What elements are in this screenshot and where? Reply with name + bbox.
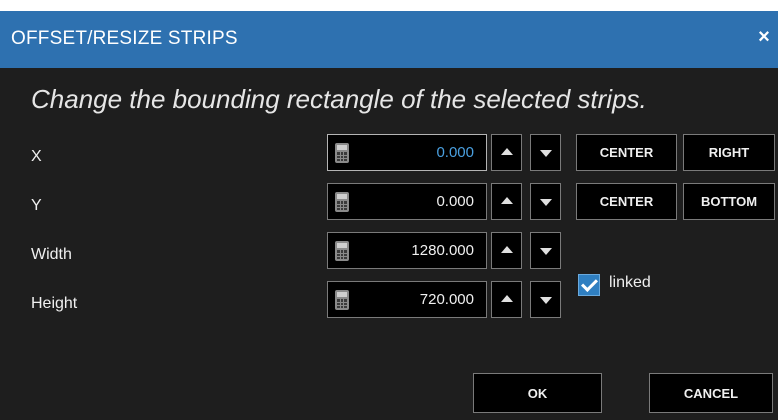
close-icon[interactable]: × [750,22,778,52]
width-decrement-button[interactable] [530,232,561,269]
x-center-button[interactable]: CENTER [576,134,677,171]
y-center-button[interactable]: CENTER [576,183,677,220]
y-decrement-button[interactable] [530,183,561,220]
height-increment-button[interactable] [491,281,522,318]
y-value[interactable]: 0.000 [436,193,474,210]
width-value[interactable]: 1280.000 [411,242,474,259]
y-input[interactable]: 0.000 [327,183,487,220]
x-increment-button[interactable] [491,134,522,171]
x-value[interactable]: 0.000 [436,144,474,161]
calculator-icon[interactable] [335,290,349,310]
width-increment-button[interactable] [491,232,522,269]
y-bottom-button[interactable]: BOTTOM [683,183,775,220]
arrow-down-icon [540,199,552,206]
x-decrement-button[interactable] [530,134,561,171]
arrow-down-icon [540,248,552,255]
x-right-button[interactable]: RIGHT [683,134,775,171]
linked-checkbox[interactable] [578,274,600,296]
height-value[interactable]: 720.000 [420,291,474,308]
height-decrement-button[interactable] [530,281,561,318]
arrow-up-icon [501,295,513,302]
x-input[interactable]: 0.000 [327,134,487,171]
arrow-down-icon [540,150,552,157]
arrow-down-icon [540,297,552,304]
arrow-up-icon [501,197,513,204]
calculator-icon[interactable] [335,241,349,261]
height-input[interactable]: 720.000 [327,281,487,318]
ok-button[interactable]: OK [473,373,602,413]
y-increment-button[interactable] [491,183,522,220]
height-label: Height [31,295,78,312]
x-label: X [31,148,42,165]
arrow-up-icon [501,246,513,253]
width-input[interactable]: 1280.000 [327,232,487,269]
offset-resize-dialog: OFFSET/RESIZE STRIPS × Change the boundi… [0,11,778,420]
calculator-icon[interactable] [335,192,349,212]
dialog-description: Change the bounding rectangle of the sel… [31,84,647,114]
y-label: Y [31,197,42,214]
calculator-icon[interactable] [335,143,349,163]
title-bar: OFFSET/RESIZE STRIPS × [0,11,778,68]
cancel-button[interactable]: CANCEL [649,373,773,413]
width-label: Width [31,246,72,263]
dialog-title: OFFSET/RESIZE STRIPS [11,28,238,49]
arrow-up-icon [501,148,513,155]
linked-label[interactable]: linked [609,274,651,292]
